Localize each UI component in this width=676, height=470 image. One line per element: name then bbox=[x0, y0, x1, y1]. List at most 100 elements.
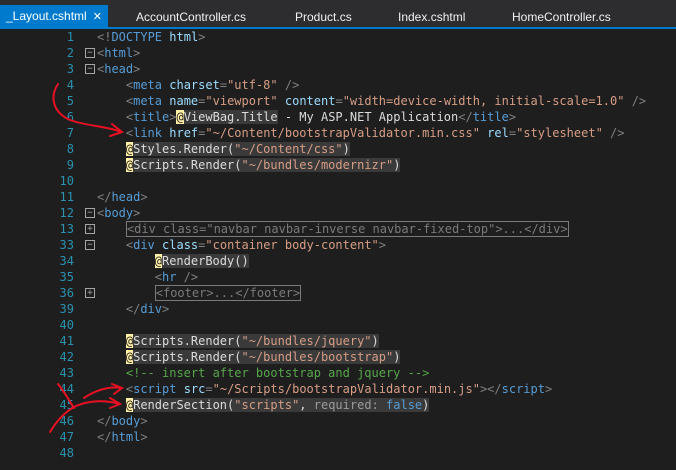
code-line[interactable]: 41 @Scripts.Render("~/bundles/jquery") bbox=[0, 333, 676, 349]
code-line[interactable]: 12 − <body> bbox=[0, 205, 676, 221]
code-line[interactable]: 40 bbox=[0, 317, 676, 333]
expand-icon[interactable]: + bbox=[85, 224, 95, 234]
code-line[interactable]: 6 <title>@ViewBag.Title - My ASP.NET Appl… bbox=[0, 109, 676, 125]
collapse-icon[interactable]: − bbox=[85, 48, 95, 58]
line-number: 48 bbox=[59, 446, 74, 460]
tab-layout-cshtml[interactable]: _Layout.cshtml ✕ bbox=[0, 5, 108, 27]
code-text: <footer>...</footer> bbox=[154, 285, 302, 301]
collapse-icon[interactable]: − bbox=[85, 64, 95, 74]
line-number: 41 bbox=[59, 334, 74, 348]
line-number: 4 bbox=[66, 78, 74, 92]
code-token: "~/bundles/jquery" bbox=[241, 334, 372, 348]
line-number: 2 bbox=[66, 46, 74, 60]
line-number: 33 bbox=[59, 238, 74, 252]
code-token: <footer>...</footer> bbox=[154, 285, 302, 301]
code-line[interactable]: 44 <script src="~/Scripts/bootstrapValida… bbox=[0, 381, 676, 397]
code-line[interactable]: 10 bbox=[0, 173, 676, 189]
code-token: "utf-8" bbox=[227, 78, 278, 92]
code-line[interactable]: 36 + <footer>...</footer> bbox=[0, 285, 676, 301]
line-number: 40 bbox=[59, 318, 74, 332]
line-number: 35 bbox=[59, 270, 74, 284]
code-text: @RenderBody() bbox=[154, 253, 249, 269]
code-token: < bbox=[154, 270, 162, 284]
code-token: body bbox=[104, 206, 134, 220]
tab-index-cshtml[interactable]: Index.cshtml bbox=[398, 7, 465, 27]
tab-product[interactable]: Product.cs bbox=[295, 7, 352, 27]
code-line[interactable]: 48 bbox=[0, 445, 676, 461]
code-line[interactable]: 2 − <html> bbox=[0, 45, 676, 61]
code-token bbox=[378, 398, 387, 412]
code-token: ) bbox=[422, 398, 430, 412]
code-text: </div> bbox=[126, 301, 169, 317]
line-number: 9 bbox=[66, 158, 74, 172]
code-line[interactable]: 1 <!DOCTYPE html> bbox=[0, 29, 676, 45]
line-number: 36 bbox=[59, 286, 74, 300]
code-line[interactable]: 47 </html> bbox=[0, 429, 676, 445]
line-number: 46 bbox=[59, 414, 74, 428]
code-token: > bbox=[133, 46, 141, 60]
code-line[interactable]: 33 − <div class="container body-content"> bbox=[0, 237, 676, 253]
expand-icon[interactable]: + bbox=[85, 288, 95, 298]
code-line[interactable]: 34 @RenderBody() bbox=[0, 253, 676, 269]
code-token: = bbox=[219, 78, 228, 92]
line-number: 39 bbox=[59, 302, 74, 316]
code-token: meta bbox=[133, 78, 163, 92]
code-text: <hr /> bbox=[155, 269, 198, 285]
code-line[interactable]: 43 <!-- insert after bootstrap and jquery… bbox=[0, 365, 676, 381]
code-token: ViewBag.Title bbox=[183, 110, 278, 124]
line-number: 34 bbox=[59, 254, 74, 268]
code-token: /> bbox=[183, 270, 199, 284]
code-token: </ bbox=[125, 302, 141, 316]
code-token: ) bbox=[342, 142, 350, 156]
code-token: head bbox=[111, 190, 141, 204]
code-token: , bbox=[299, 398, 314, 412]
line-number: 44 bbox=[59, 382, 74, 396]
code-line[interactable]: 46 </body> bbox=[0, 413, 676, 429]
tab-home-controller[interactable]: HomeController.cs bbox=[512, 7, 611, 27]
code-token: = bbox=[508, 126, 517, 140]
code-line[interactable]: 5 <meta name="viewport" content="width=de… bbox=[0, 93, 676, 109]
code-token: div bbox=[133, 238, 155, 252]
code-line[interactable]: 35 <hr /> bbox=[0, 269, 676, 285]
line-number: 5 bbox=[66, 94, 74, 108]
code-token: ) bbox=[393, 350, 401, 364]
line-number: 3 bbox=[66, 62, 74, 76]
tab-account-controller[interactable]: AccountController.cs bbox=[136, 7, 246, 27]
code-text: <div class="container body-content"> bbox=[126, 237, 386, 253]
code-line[interactable]: 3 − <head> bbox=[0, 61, 676, 77]
code-text: <link href="~/Content/bootstrapValidator… bbox=[126, 125, 625, 141]
code-token: "width=device-width, initial-scale=1.0" bbox=[342, 94, 625, 108]
code-line[interactable]: 8 @Styles.Render("~/Content/css") bbox=[0, 141, 676, 157]
code-token: "~/Content/bootstrapValidator.min.css" bbox=[205, 126, 480, 140]
code-token: ></ bbox=[479, 382, 502, 396]
code-line[interactable]: 11 </head> bbox=[0, 189, 676, 205]
close-icon[interactable]: ✕ bbox=[93, 11, 102, 23]
code-line[interactable]: 42 @Scripts.Render("~/bundles/bootstrap") bbox=[0, 349, 676, 365]
tab-bar: _Layout.cshtml ✕ AccountController.cs Pro… bbox=[0, 0, 676, 29]
code-token: > bbox=[198, 30, 206, 44]
code-token: script bbox=[133, 382, 177, 396]
code-token: head bbox=[104, 62, 134, 76]
code-line[interactable]: 4 <meta charset="utf-8" /> bbox=[0, 77, 676, 93]
code-line[interactable]: 39 </div> bbox=[0, 301, 676, 317]
tab-label: _Layout.cshtml bbox=[6, 9, 87, 23]
code-line[interactable]: 13 + <div class="navbar navbar-inverse nav… bbox=[0, 221, 676, 237]
collapse-icon[interactable]: − bbox=[85, 208, 95, 218]
code-token: title bbox=[133, 110, 170, 124]
code-token: rel bbox=[487, 126, 509, 140]
code-text: @Styles.Render("~/Content/css") bbox=[125, 141, 350, 157]
code-token: title bbox=[472, 110, 509, 124]
code-line[interactable]: 7 <link href="~/Content/bootstrapValidato… bbox=[0, 125, 676, 141]
code-line[interactable]: 45 @RenderSection("scripts", required: fa… bbox=[0, 397, 676, 413]
code-editor[interactable]: 1 <!DOCTYPE html> 2− <html> 3− <head> 4 <meta c… bbox=[0, 29, 676, 470]
code-token: > bbox=[140, 190, 148, 204]
code-text: </body> bbox=[97, 413, 148, 429]
code-token: > bbox=[140, 430, 148, 444]
code-text: @RenderSection("scripts", required: fals… bbox=[125, 397, 430, 413]
collapse-icon[interactable]: − bbox=[85, 240, 95, 250]
code-line[interactable]: 9 @Scripts.Render("~/bundles/modernizr") bbox=[0, 157, 676, 173]
code-token: "~/bundles/bootstrap" bbox=[241, 350, 394, 364]
